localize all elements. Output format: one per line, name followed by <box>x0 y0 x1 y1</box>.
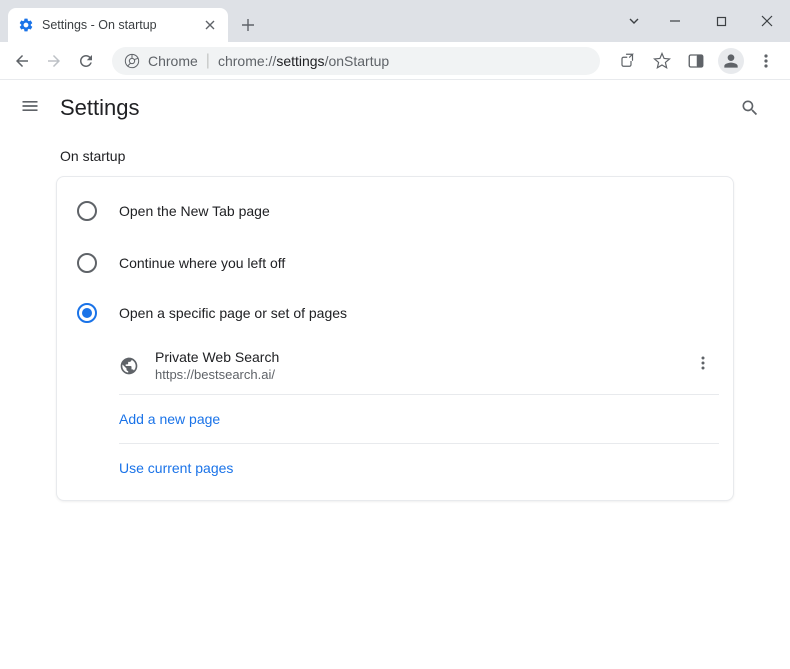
omnibox-url: chrome://settings/onStartup <box>218 53 389 69</box>
option-label: Continue where you left off <box>119 255 285 271</box>
startup-page-row: Private Web Search https://bestsearch.ai… <box>119 337 719 395</box>
more-vert-icon <box>758 53 774 69</box>
section-title: On startup <box>60 148 734 164</box>
radio-icon <box>77 201 97 221</box>
person-icon <box>721 51 741 71</box>
startup-pages-list: Private Web Search https://bestsearch.ai… <box>119 337 719 492</box>
close-window-button[interactable] <box>744 5 790 37</box>
search-settings-button[interactable] <box>730 88 770 128</box>
close-icon <box>761 15 773 27</box>
page-name: Private Web Search <box>155 349 671 365</box>
share-icon <box>619 52 637 70</box>
page-url: https://bestsearch.ai/ <box>155 367 671 382</box>
minimize-icon <box>669 15 681 27</box>
omnibox-separator: | <box>206 52 210 70</box>
settings-header: Settings <box>0 80 790 136</box>
bookmark-button[interactable] <box>646 45 678 77</box>
arrow-right-icon <box>45 52 63 70</box>
option-label: Open the New Tab page <box>119 203 270 219</box>
browser-toolbar: Chrome | chrome://settings/onStartup <box>0 42 790 80</box>
tab-title: Settings - On startup <box>42 18 194 32</box>
panel-icon <box>687 52 705 70</box>
tab-search-button[interactable] <box>616 5 652 37</box>
page-title: Settings <box>60 95 140 121</box>
arrow-left-icon <box>13 52 31 70</box>
address-bar[interactable]: Chrome | chrome://settings/onStartup <box>112 47 600 75</box>
window-titlebar: Settings - On startup <box>0 0 790 42</box>
gear-icon <box>18 17 34 33</box>
startup-card: Open the New Tab page Continue where you… <box>56 176 734 501</box>
page-actions-button[interactable] <box>687 347 719 384</box>
chevron-down-icon <box>627 14 641 28</box>
option-new-tab[interactable]: Open the New Tab page <box>57 185 733 237</box>
omnibox-scheme: Chrome <box>148 53 198 69</box>
window-controls <box>616 0 790 42</box>
profile-avatar[interactable] <box>718 48 744 74</box>
settings-content: On startup Open the New Tab page Continu… <box>0 136 790 501</box>
close-tab-button[interactable] <box>202 17 218 33</box>
settings-menu-button[interactable] <box>20 96 40 121</box>
reload-icon <box>77 52 95 70</box>
forward-button[interactable] <box>40 47 68 75</box>
option-continue[interactable]: Continue where you left off <box>57 237 733 289</box>
side-panel-button[interactable] <box>680 45 712 77</box>
more-vert-icon <box>695 355 711 371</box>
use-current-pages-button[interactable]: Use current pages <box>119 444 719 492</box>
radio-icon <box>77 303 97 323</box>
share-button[interactable] <box>612 45 644 77</box>
back-button[interactable] <box>8 47 36 75</box>
reload-button[interactable] <box>72 47 100 75</box>
globe-icon <box>119 356 139 376</box>
new-tab-button[interactable] <box>234 11 262 39</box>
plus-icon <box>241 18 255 32</box>
maximize-button[interactable] <box>698 5 744 37</box>
close-icon <box>205 20 215 30</box>
toolbar-actions <box>612 45 782 77</box>
star-icon <box>653 52 671 70</box>
option-label: Open a specific page or set of pages <box>119 305 347 321</box>
option-specific-pages[interactable]: Open a specific page or set of pages <box>57 289 733 337</box>
minimize-button[interactable] <box>652 5 698 37</box>
search-icon <box>740 98 760 118</box>
radio-icon <box>77 253 97 273</box>
maximize-icon <box>716 16 727 27</box>
add-page-button[interactable]: Add a new page <box>119 395 719 444</box>
page-info: Private Web Search https://bestsearch.ai… <box>155 349 671 382</box>
chrome-logo-icon <box>124 53 140 69</box>
hamburger-icon <box>20 96 40 116</box>
browser-tab[interactable]: Settings - On startup <box>8 8 228 42</box>
chrome-menu-button[interactable] <box>750 45 782 77</box>
